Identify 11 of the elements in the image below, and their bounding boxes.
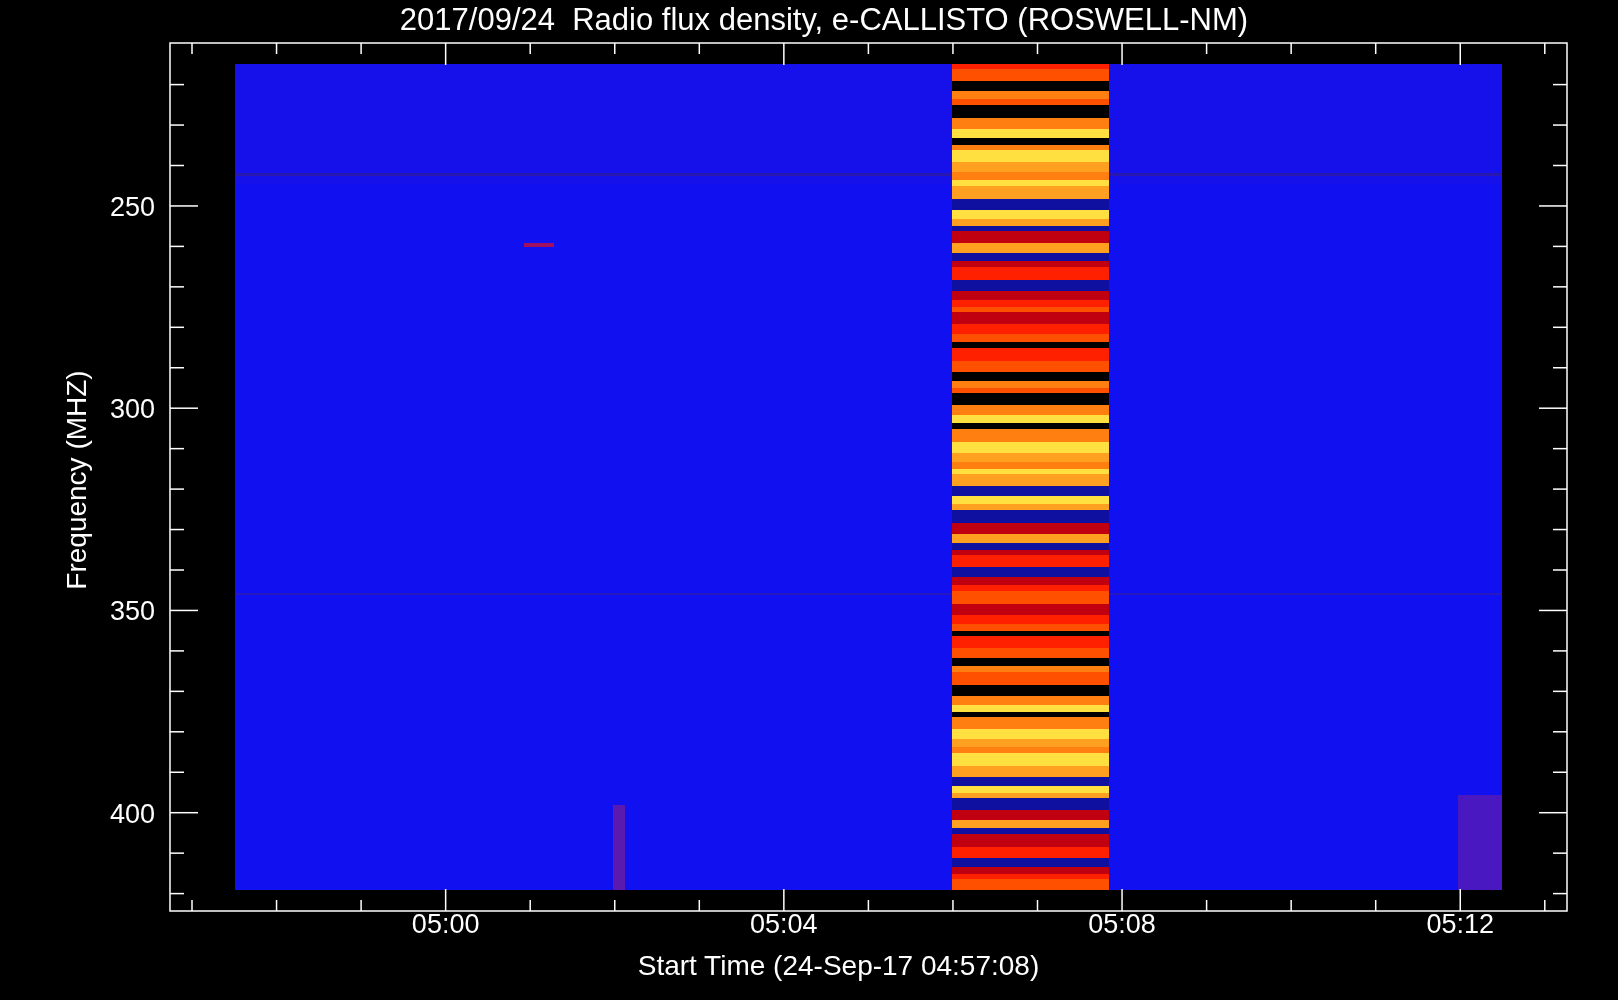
y-tick-label: 350 — [109, 596, 155, 627]
x-tick-label: 05:12 — [1426, 909, 1495, 939]
y-axis-label: Frequency (MHZ) — [61, 370, 92, 590]
y-tick-label: 250 — [109, 191, 155, 222]
y-tick-label: 300 — [109, 394, 155, 425]
x-tick-label: 05:04 — [750, 909, 818, 939]
y-tick-label: 400 — [109, 798, 155, 829]
x-axis-label: Start Time (24-Sep-17 04:57:08) — [637, 950, 1040, 981]
x-tick-label: 05:00 — [411, 909, 480, 939]
chart-title: 2017/09/24 Radio flux density, e-CALLISTO (ROSWELL-NM) — [399, 1, 1249, 39]
x-tick-label: 05:08 — [1088, 909, 1156, 939]
